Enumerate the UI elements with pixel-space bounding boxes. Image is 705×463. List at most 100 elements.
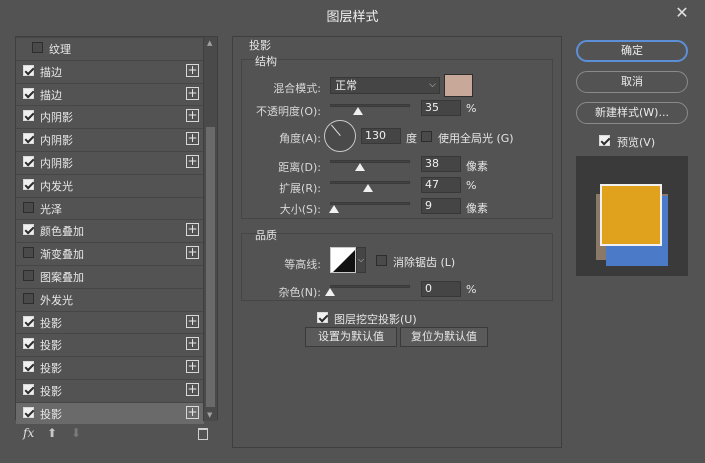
style-checkbox[interactable] [23, 110, 34, 122]
style-checkbox[interactable] [32, 42, 43, 53]
style-checkbox[interactable] [23, 201, 34, 213]
style-checkbox[interactable] [23, 224, 34, 236]
noise-slider-thumb[interactable] [325, 288, 335, 296]
anti-alias-checkbox[interactable] [376, 255, 387, 266]
style-checkbox[interactable] [23, 292, 34, 304]
add-style-icon[interactable]: + [186, 223, 199, 237]
contour-dropdown[interactable]: ⌵ [356, 247, 366, 273]
style-item[interactable]: 内发光 [16, 173, 204, 196]
quality-title: 品质 [255, 229, 277, 242]
opacity-slider-thumb[interactable] [353, 107, 363, 115]
style-checkbox[interactable] [23, 270, 34, 281]
add-style-icon[interactable]: + [186, 155, 199, 168]
style-item[interactable]: 图案叠加 [16, 265, 204, 287]
add-style-icon[interactable]: + [186, 405, 199, 419]
style-checkbox[interactable] [23, 247, 34, 259]
angle-dial[interactable] [324, 120, 356, 152]
add-style-icon[interactable]: + [186, 314, 199, 328]
style-item[interactable]: 内阴影 + [16, 128, 204, 150]
contour-curve-icon [333, 250, 355, 272]
reset-default-button[interactable]: 复位为默认值 [400, 327, 488, 347]
scroll-up-icon[interactable]: ▲ [207, 39, 212, 47]
style-item[interactable]: 投影 + [16, 379, 204, 401]
noise-slider[interactable] [330, 285, 410, 288]
style-item[interactable]: 投影 + [16, 333, 204, 355]
fx-icon[interactable]: fx [23, 426, 34, 440]
style-item-label: 光泽 [40, 202, 62, 216]
style-item-label: 颜色叠加 [40, 225, 84, 239]
close-icon[interactable]: ✕ [673, 4, 691, 22]
style-checkbox[interactable] [23, 156, 34, 167]
size-slider[interactable] [330, 202, 410, 205]
spread-field[interactable]: 47 [421, 177, 461, 193]
move-down-icon[interactable]: ⬇ [71, 426, 81, 440]
move-up-icon[interactable]: ⬆ [47, 426, 57, 440]
add-style-icon[interactable]: + [186, 132, 199, 146]
add-style-icon[interactable]: + [186, 383, 199, 396]
style-checkbox[interactable] [23, 178, 34, 190]
scroll-down-icon[interactable]: ▼ [207, 411, 212, 419]
opacity-field[interactable]: 35 [421, 100, 461, 116]
style-item-label: 描边 [40, 65, 62, 79]
style-checkbox[interactable] [23, 384, 34, 395]
knockout-checkbox[interactable] [317, 312, 328, 323]
distance-label: 距离(D): [278, 161, 321, 174]
title-bar: 图层样式 ✕ [0, 0, 705, 28]
style-item[interactable]: 外发光 [16, 287, 204, 310]
style-checkbox[interactable] [23, 64, 34, 76]
add-style-icon[interactable]: + [186, 86, 199, 100]
style-item[interactable]: 渐变叠加 + [16, 242, 204, 264]
styles-scrollbar[interactable]: ▲ ▼ [203, 37, 217, 421]
angle-field[interactable]: 130 [361, 128, 401, 144]
style-item-label: 投影 [40, 362, 62, 376]
add-style-icon[interactable]: + [186, 337, 199, 351]
style-item[interactable]: 颜色叠加 + [16, 219, 204, 241]
style-checkbox[interactable] [23, 315, 34, 327]
add-style-icon[interactable]: + [186, 63, 199, 77]
styles-list-panel: 纹理 描边 + 描边 + 内阴影 + 内阴影 + 内阴影 + 内发光 光泽 颜色叠加 + 渐变叠加 + 图案叠加外… [15, 36, 218, 424]
noise-field[interactable]: 0 [421, 281, 461, 297]
scroll-thumb[interactable] [206, 127, 215, 407]
ok-button[interactable]: 确定 [576, 40, 688, 62]
distance-field[interactable]: 38 [421, 156, 461, 172]
style-item[interactable]: 投影 + [16, 401, 204, 424]
add-style-icon[interactable]: + [186, 360, 199, 374]
spread-slider-thumb[interactable] [362, 184, 373, 192]
contour-preview[interactable] [330, 247, 356, 273]
style-item[interactable]: 投影 + [16, 310, 204, 333]
style-item-label: 投影 [40, 407, 62, 421]
style-checkbox[interactable] [23, 406, 34, 418]
style-checkbox[interactable] [23, 361, 34, 373]
new-style-button[interactable]: 新建样式(W)... [576, 102, 688, 124]
style-item[interactable]: 投影 + [16, 356, 204, 378]
shadow-color-swatch[interactable] [444, 74, 473, 97]
trash-icon[interactable] [198, 428, 208, 440]
add-style-icon[interactable]: + [186, 246, 199, 260]
style-checkbox[interactable] [23, 133, 34, 145]
style-item[interactable]: 内阴影 + [16, 151, 204, 173]
styles-list: 纹理 描边 + 描边 + 内阴影 + 内阴影 + 内阴影 + 内发光 光泽 颜色叠加 + 渐变叠加 + 图案叠加外… [16, 37, 204, 424]
global-light-checkbox[interactable] [421, 131, 432, 142]
style-item[interactable]: 内阴影 + [16, 105, 204, 127]
style-checkbox[interactable] [23, 87, 34, 99]
add-style-icon[interactable]: + [186, 109, 199, 123]
size-label: 大小(S): [279, 203, 321, 216]
distance-slider-thumb[interactable] [355, 163, 366, 171]
style-item-label: 内阴影 [40, 157, 73, 170]
blend-mode-label: 混合模式: [273, 82, 321, 95]
style-item[interactable]: 光泽 [16, 196, 204, 219]
size-slider-thumb[interactable] [329, 205, 339, 213]
blend-mode-select[interactable]: 正常 ⌵ [330, 77, 440, 94]
opacity-slider[interactable] [330, 104, 410, 107]
distance-slider[interactable] [330, 160, 410, 163]
size-field[interactable]: 9 [421, 198, 461, 214]
preview-checkbox[interactable] [599, 135, 610, 146]
section-title-drop-shadow: 投影 [249, 39, 271, 52]
opacity-unit: % [466, 102, 477, 115]
style-checkbox[interactable] [23, 338, 34, 350]
style-item[interactable]: 纹理 [16, 37, 204, 59]
cancel-button[interactable]: 取消 [576, 71, 688, 93]
make-default-button[interactable]: 设置为默认值 [305, 327, 397, 347]
style-item[interactable]: 描边 + [16, 82, 204, 105]
style-item[interactable]: 描边 + [16, 59, 204, 82]
